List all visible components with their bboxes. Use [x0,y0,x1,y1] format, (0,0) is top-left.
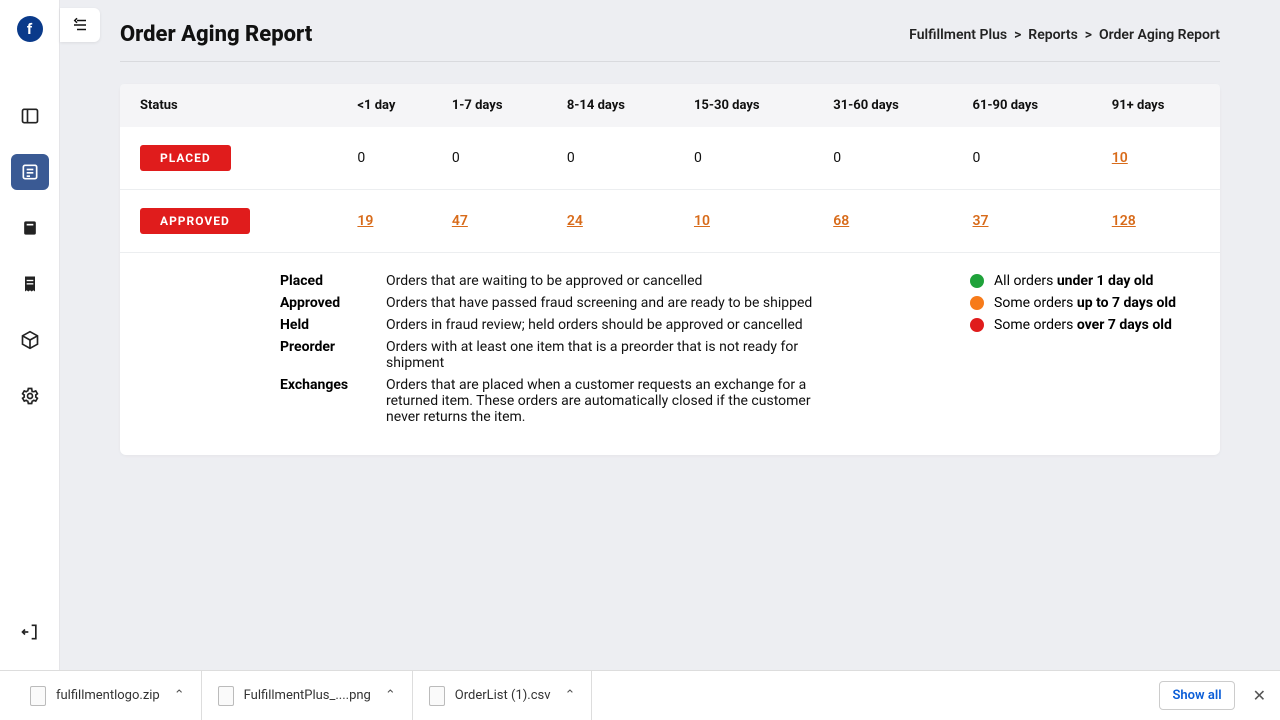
col-header: 61-90 days [963,84,1102,127]
col-header: 31-60 days [823,84,962,127]
report-card: Status<1 day1-7 days8-14 days15-30 days3… [120,84,1220,455]
file-icon [218,686,234,706]
legend-dot-icon [970,274,984,288]
downloads-show-all-button[interactable]: Show all [1159,681,1234,710]
col-header: 8-14 days [557,84,684,127]
download-filename: fulfillmentlogo.zip [56,688,160,703]
count-link[interactable]: 37 [973,213,989,229]
definition-term: Held [280,317,360,333]
count-link[interactable]: 10 [694,213,710,229]
status-badge: PLACED [140,145,231,171]
count-cell: 0 [347,127,441,190]
col-header: <1 day [347,84,441,127]
main-content: Order Aging Report Fulfillment Plus > Re… [60,0,1280,670]
count-link[interactable]: 68 [833,213,849,229]
legend-dot-icon [970,318,984,332]
download-filename: FulfillmentPlus_....png [244,688,371,703]
crumb-root[interactable]: Fulfillment Plus [909,27,1007,43]
page-title: Order Aging Report [120,22,312,47]
download-filename: OrderList (1).csv [455,688,551,703]
count-cell: 0 [442,127,557,190]
table-row: PLACED00000010 [120,127,1220,190]
nav-receipt-icon[interactable] [11,266,49,302]
crumb-current: Order Aging Report [1099,27,1220,43]
nav-panels-icon[interactable] [11,98,49,134]
count-link[interactable]: 19 [357,213,373,229]
definition-row: Placed Orders that are waiting to be appr… [280,273,930,289]
definition-desc: Orders with at least one item that is a … [386,339,846,371]
breadcrumb: Fulfillment Plus > Reports > Order Aging… [909,27,1220,43]
sidebar: f [0,0,60,670]
downloads-bar: fulfillmentlogo.zip⌃FulfillmentPlus_....… [0,670,1280,720]
definition-row: Exchanges Orders that are placed when a c… [280,377,930,425]
file-icon [30,686,46,706]
download-file-button[interactable]: FulfillmentPlus_....png [218,686,371,706]
nav-package-icon[interactable] [11,322,49,358]
download-item: fulfillmentlogo.zip ⌃ [14,671,202,720]
download-item: FulfillmentPlus_....png ⌃ [202,671,413,720]
definition-desc: Orders that have passed fraud screening … [386,295,812,311]
legend-text: All orders under 1 day old [994,273,1153,289]
nav-logout-icon[interactable] [11,614,49,650]
age-legend: All orders under 1 day old Some orders up… [970,273,1200,431]
definition-term: Approved [280,295,360,311]
definition-row: Preorder Orders with at least one item th… [280,339,930,371]
definition-desc: Orders that are waiting to be approved o… [386,273,702,289]
status-badge: APPROVED [140,208,250,234]
definition-row: Approved Orders that have passed fraud sc… [280,295,930,311]
definition-term: Exchanges [280,377,360,425]
nav-archive-icon[interactable] [11,210,49,246]
download-item: OrderList (1).csv ⌃ [413,671,593,720]
legend-text: Some orders over 7 days old [994,317,1172,333]
table-row: APPROVED 19 47 24 10 68 37 128 [120,190,1220,253]
legend-dot-icon [970,296,984,310]
count-cell: 0 [823,127,962,190]
chevron-up-icon[interactable]: ⌃ [174,688,185,703]
col-header: Status [120,84,347,127]
crumb-section[interactable]: Reports [1028,27,1078,43]
download-file-button[interactable]: fulfillmentlogo.zip [30,686,160,706]
col-header: 1-7 days [442,84,557,127]
legend-item: All orders under 1 day old [970,273,1176,289]
app-logo[interactable]: f [17,16,43,42]
count-cell: 0 [557,127,684,190]
nav-settings-icon[interactable] [11,378,49,414]
downloads-close-icon[interactable]: ✕ [1253,686,1266,705]
count-link[interactable]: 24 [567,213,583,229]
col-header: 15-30 days [684,84,823,127]
definition-desc: Orders that are placed when a customer r… [386,377,846,425]
definition-term: Preorder [280,339,360,371]
definition-row: Held Orders in fraud review; held orders … [280,317,930,333]
count-cell: 0 [963,127,1102,190]
count-link[interactable]: 10 [1112,150,1128,166]
count-link[interactable]: 128 [1112,213,1136,229]
header-divider [120,61,1220,62]
aging-table: Status<1 day1-7 days8-14 days15-30 days3… [120,84,1220,253]
count-link[interactable]: 47 [452,213,468,229]
col-header: 91+ days [1102,84,1220,127]
legend-text: Some orders up to 7 days old [994,295,1176,311]
file-icon [429,686,445,706]
status-definitions: Placed Orders that are waiting to be appr… [280,273,930,431]
definition-desc: Orders in fraud review; held orders shou… [386,317,803,333]
definition-term: Placed [280,273,360,289]
chevron-up-icon[interactable]: ⌃ [385,688,396,703]
download-file-button[interactable]: OrderList (1).csv [429,686,551,706]
nav-reports-icon[interactable] [11,154,49,190]
legend-item: Some orders over 7 days old [970,317,1176,333]
legend-item: Some orders up to 7 days old [970,295,1176,311]
count-cell: 0 [684,127,823,190]
chevron-up-icon[interactable]: ⌃ [565,688,576,703]
